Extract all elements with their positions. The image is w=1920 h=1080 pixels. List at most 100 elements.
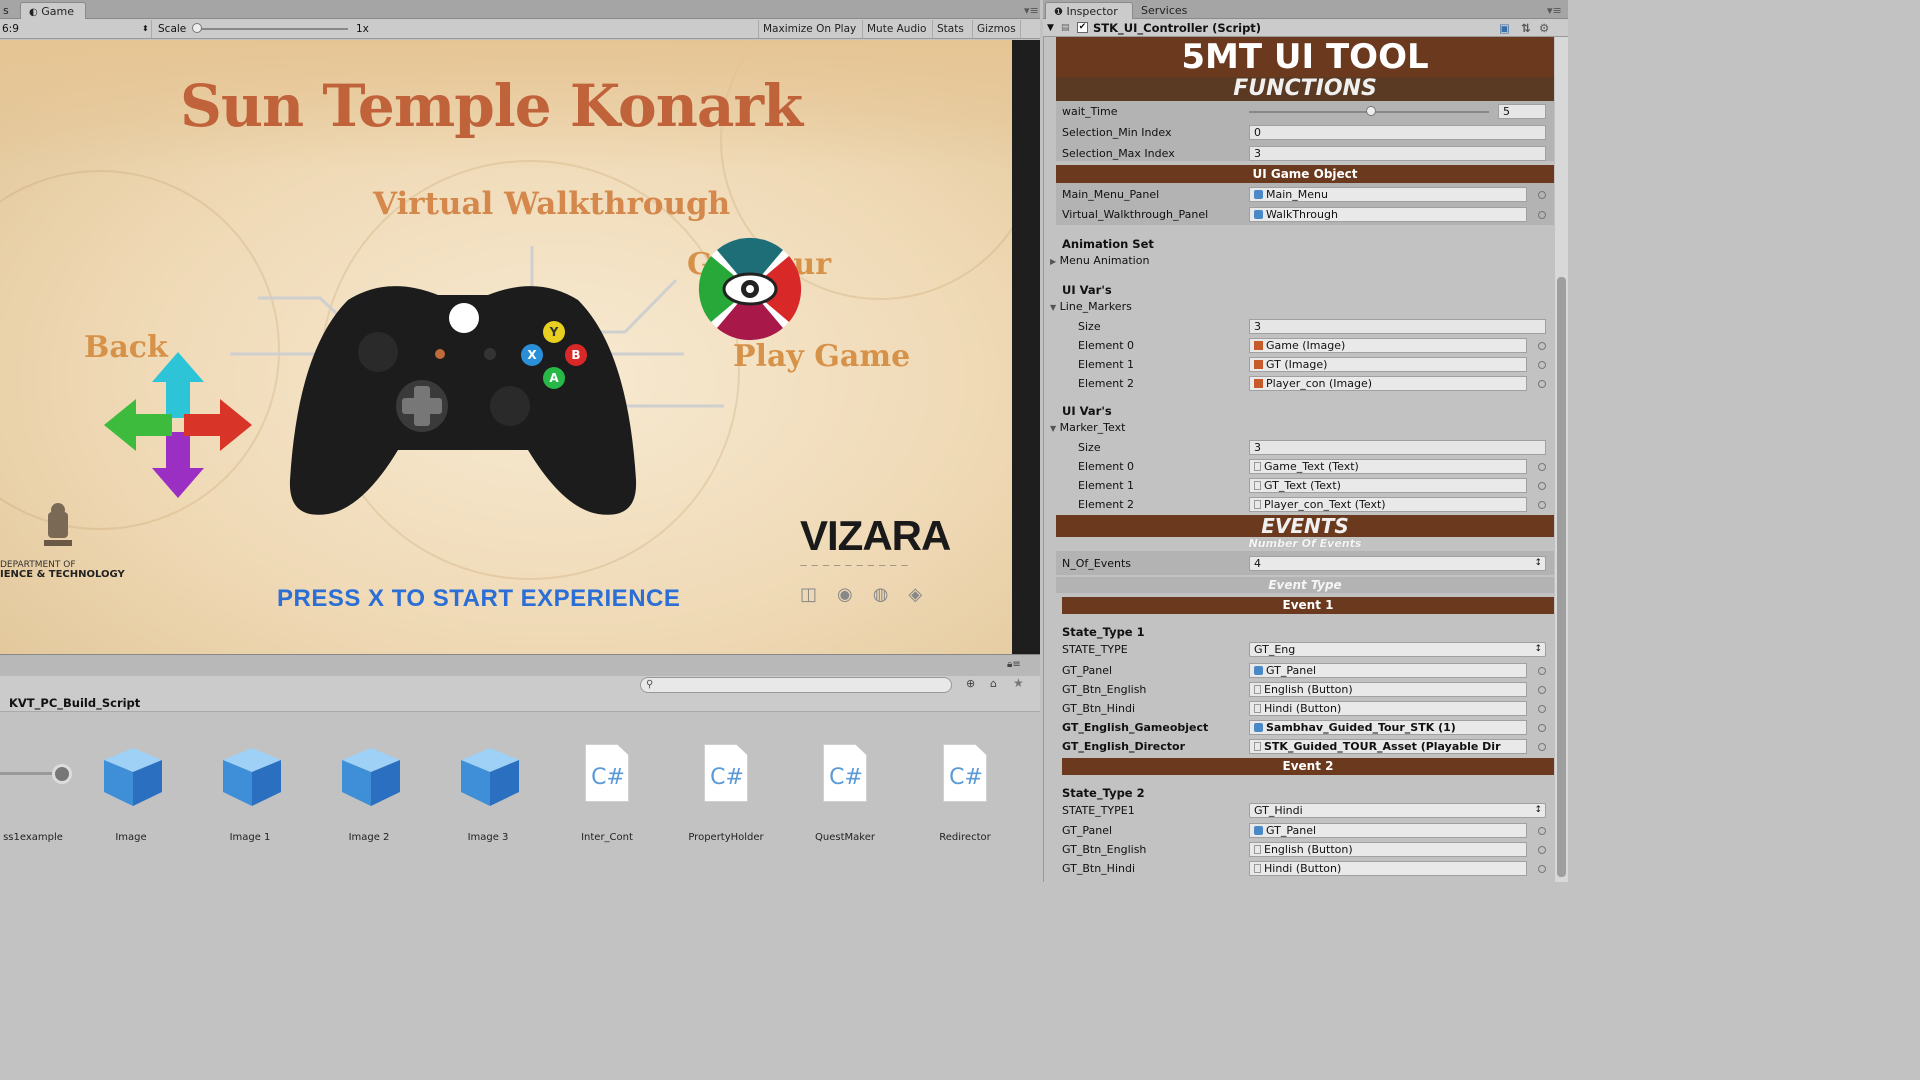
project-search-input[interactable]: ⚲	[640, 677, 952, 693]
object-picker-icon[interactable]	[1538, 380, 1546, 388]
foldout-arrow-icon[interactable]: ▼	[1047, 19, 1054, 37]
aspect-dropdown[interactable]: 6:9 ⬍	[0, 20, 152, 38]
selection-min-input[interactable]: 0	[1249, 125, 1546, 140]
breadcrumb-folder[interactable]: KVT_PC_Build_Script	[9, 696, 140, 710]
tab-inspector[interactable]: ❶ Inspector	[1045, 2, 1133, 19]
object-picker-icon[interactable]	[1538, 865, 1546, 873]
state-type-dropdown[interactable]: GT_Eng	[1249, 642, 1546, 657]
line-marker-field[interactable]: GT (Image)	[1249, 357, 1527, 372]
help-icon[interactable]: ▣	[1499, 19, 1510, 37]
mute-audio-toggle[interactable]: Mute Audio	[862, 20, 930, 38]
event-field-row: GT_English_Director STK_Guided_TOUR_Asse…	[1056, 737, 1554, 756]
gt-btn-hindi-field[interactable]: Hindi (Button)	[1249, 701, 1527, 716]
gt-english-gameobject-field[interactable]: Sambhav_Guided_Tour_STK (1)	[1249, 720, 1527, 735]
object-picker-icon[interactable]	[1538, 724, 1546, 732]
maximize-on-play-toggle[interactable]: Maximize On Play	[758, 20, 860, 38]
object-picker-icon[interactable]	[1538, 342, 1546, 350]
tab-game-label: Game	[41, 5, 74, 18]
gt-btn-hindi-field[interactable]: Hindi (Button)	[1249, 861, 1527, 876]
vizara-tagline-decor: — — — — — — — — — —	[800, 561, 910, 569]
gameobject-icon	[1254, 190, 1263, 199]
scale-slider[interactable]	[196, 28, 348, 30]
menu-animation-foldout[interactable]: ▶ Menu Animation	[1050, 254, 1149, 267]
gt-english-director-field[interactable]: STK_Guided_TOUR_Asset (Playable Dir	[1249, 739, 1527, 754]
wait-time-input[interactable]: 5	[1498, 104, 1546, 119]
field-label: Element 0	[1078, 339, 1135, 352]
gizmos-dropdown[interactable]: Gizmos	[972, 20, 1021, 38]
tab-scene-stub[interactable]: s	[0, 2, 12, 19]
dropdown-arrow-icon: ⬍	[142, 24, 149, 33]
object-picker-icon[interactable]	[1538, 743, 1546, 751]
gear-icon[interactable]: ⚙	[1539, 19, 1549, 37]
stats-toggle[interactable]: Stats	[932, 20, 968, 38]
line-marker-field[interactable]: Game (Image)	[1249, 338, 1527, 353]
field-label: Element 2	[1078, 498, 1135, 511]
marker-text-field[interactable]: GT_Text (Text)	[1249, 478, 1527, 493]
project-breadcrumb[interactable]: KVT_PC_Build_Script	[0, 694, 1040, 712]
tab-services[interactable]: Services	[1133, 2, 1195, 19]
preset-icon[interactable]: ⇅	[1521, 19, 1531, 37]
foldout-arrow-icon: ▼	[1050, 303, 1057, 312]
object-picker-icon[interactable]	[1538, 501, 1546, 509]
scrollbar-thumb[interactable]	[1557, 277, 1566, 877]
field-label: Element 2	[1078, 377, 1135, 390]
game-view[interactable]: Sun Temple Konark Virtual Walkthrough Ba…	[0, 40, 1012, 654]
favorite-star-icon[interactable]: ★	[1013, 676, 1024, 690]
field-label: wait_Time	[1062, 105, 1118, 118]
filter-by-label-icon[interactable]: ⌂	[990, 677, 997, 690]
selection-max-row: Selection_Max Index 3	[1056, 144, 1554, 163]
event-2-header: Event 2	[1062, 758, 1554, 775]
main-menu-panel-field[interactable]: Main_Menu	[1249, 187, 1527, 202]
filter-by-type-icon[interactable]: ⊕	[966, 677, 975, 690]
panel-splitter[interactable]: 🔒︎≡	[0, 654, 1040, 676]
line-marker-field[interactable]: Player_con (Image)	[1249, 376, 1527, 391]
marker-text-element-row: Element 0 Game_Text (Text)	[1056, 457, 1554, 476]
object-picker-icon[interactable]	[1538, 191, 1546, 199]
inspector-menu-icon[interactable]: ▾≡	[1539, 2, 1570, 19]
text-icon	[1254, 500, 1261, 509]
line-marker-element-row: Element 0 Game (Image)	[1056, 336, 1554, 355]
gt-btn-english-field[interactable]: English (Button)	[1249, 842, 1527, 857]
animation-set-header: Animation Set	[1062, 237, 1154, 251]
object-picker-icon[interactable]	[1538, 705, 1546, 713]
object-picker-icon[interactable]	[1538, 827, 1546, 835]
marker-text-foldout[interactable]: ▼ Marker_Text	[1050, 421, 1125, 434]
tab-inspector-label: Inspector	[1066, 5, 1118, 18]
marker-text-size-input[interactable]: 3	[1249, 440, 1546, 455]
event-field-row: GT_Btn_English English (Button)	[1056, 840, 1554, 859]
field-label: GT_Panel	[1062, 664, 1113, 677]
object-picker-icon[interactable]	[1538, 463, 1546, 471]
object-picker-icon[interactable]	[1538, 846, 1546, 854]
inspector-scrollbar[interactable]	[1555, 37, 1568, 882]
marker-text-field[interactable]: Player_con_Text (Text)	[1249, 497, 1527, 512]
zoom-slider-thumb[interactable]	[52, 764, 72, 784]
line-markers-size-input[interactable]: 3	[1249, 319, 1546, 334]
state-type-dropdown[interactable]: GT_Hindi	[1249, 803, 1546, 818]
zoom-slider[interactable]	[0, 772, 60, 775]
dpad-arrows-icon	[104, 352, 252, 498]
n-of-events-dropdown[interactable]: 4	[1249, 556, 1546, 571]
object-picker-icon[interactable]	[1538, 361, 1546, 369]
scale-slider-thumb[interactable]	[192, 23, 202, 33]
component-header[interactable]: ▼ ▤ ✔ STK_UI_Controller (Script) ▣ ⇅ ⚙	[1043, 19, 1568, 37]
gt-panel-field[interactable]: GT_Panel	[1249, 823, 1527, 838]
component-enabled-checkbox[interactable]: ✔	[1077, 22, 1088, 33]
selection-max-input[interactable]: 3	[1249, 146, 1546, 161]
gt-btn-english-field[interactable]: English (Button)	[1249, 682, 1527, 697]
event-type-header: Event Type	[1056, 577, 1554, 593]
lock-icon[interactable]: 🔒︎≡	[1007, 659, 1021, 670]
foldout-label: Marker_Text	[1059, 421, 1126, 434]
line-markers-foldout[interactable]: ▼ Line_Markers	[1050, 300, 1132, 313]
gt-panel-field[interactable]: GT_Panel	[1249, 663, 1527, 678]
wait-time-slider-thumb[interactable]	[1366, 106, 1376, 116]
field-label: GT_Btn_Hindi	[1062, 862, 1136, 875]
project-asset-grid: ss1example Image Image 1 Image 2 Image 3…	[0, 712, 1040, 882]
marker-text-field[interactable]: Game_Text (Text)	[1249, 459, 1527, 474]
search-icon: ⚲	[646, 679, 654, 690]
walkthrough-panel-field[interactable]: WalkThrough	[1249, 207, 1527, 222]
tab-game[interactable]: ◐ Game	[20, 2, 86, 19]
object-picker-icon[interactable]	[1538, 686, 1546, 694]
object-picker-icon[interactable]	[1538, 211, 1546, 219]
object-picker-icon[interactable]	[1538, 667, 1546, 675]
object-picker-icon[interactable]	[1538, 482, 1546, 490]
